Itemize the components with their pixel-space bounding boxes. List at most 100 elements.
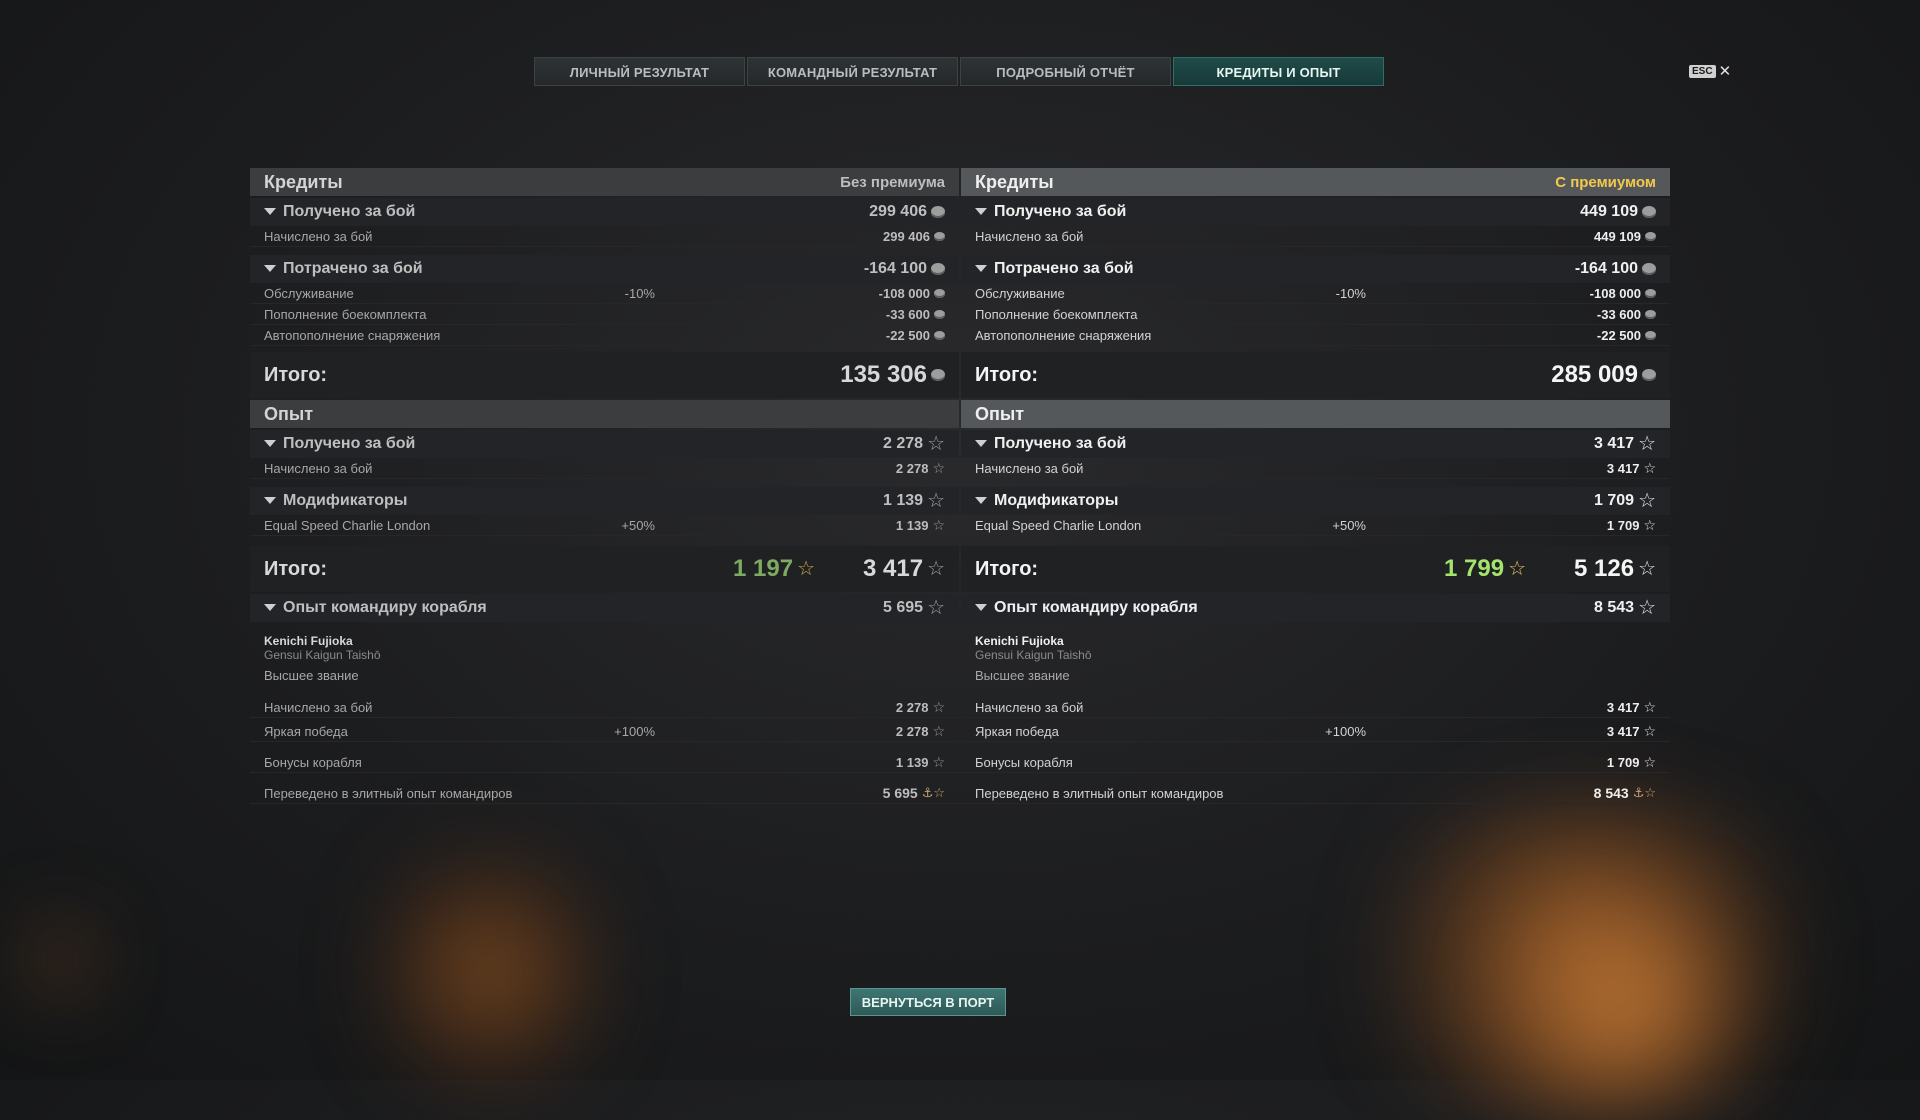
item-label: Автопополнение снаряжения xyxy=(264,327,441,343)
item-value: -108 000 xyxy=(878,285,930,301)
item-percent: -10% xyxy=(624,285,655,301)
total-label: Итого: xyxy=(975,557,1039,580)
item-label: Начислено за бой xyxy=(975,228,1084,244)
item-label: Начислено за бой xyxy=(975,460,1084,476)
xp-total-row: Итого: 1 799 ☆ 5 126 ☆ xyxy=(961,546,1670,592)
close-button[interactable]: ESC ✕ xyxy=(1689,62,1731,80)
item-value: -33 600 xyxy=(1596,306,1641,322)
credits-earned-row[interactable]: Получено за бой 449 109 xyxy=(961,198,1670,226)
list-item: Бонусы корабля 1 139 ☆ xyxy=(250,752,959,773)
credits-title: Кредиты xyxy=(975,171,1054,192)
tab-personal-result[interactable]: ЛИЧНЫЙ РЕЗУЛЬТАТ xyxy=(534,57,745,86)
list-item: Начислено за бой 2 278 ☆ xyxy=(250,697,959,718)
item-label: Начислено за бой xyxy=(264,699,373,715)
chevron-down-icon xyxy=(975,604,987,612)
item-label: Бонусы корабля xyxy=(975,754,1073,770)
list-item: Equal Speed Charlie London +50% 1 139 ☆ xyxy=(250,515,959,536)
modifiers-row[interactable]: Модификаторы 1 139 ☆ xyxy=(250,487,959,515)
credits-icon xyxy=(1645,309,1656,319)
credits-header: Кредиты С премиумом xyxy=(961,168,1670,196)
modifiers-label: Модификаторы xyxy=(994,492,1119,509)
modifiers-row[interactable]: Модификаторы 1 709 ☆ xyxy=(961,487,1670,515)
credits-icon xyxy=(1642,263,1656,275)
chevron-down-icon xyxy=(264,497,276,505)
xp-title: Опыт xyxy=(264,403,314,424)
item-label: Equal Speed Charlie London xyxy=(975,517,1142,533)
modifiers-label: Модификаторы xyxy=(283,492,408,509)
xp-header: Опыт xyxy=(250,400,959,428)
credits-icon xyxy=(931,206,945,218)
commander-name: Kenichi Fujioka xyxy=(264,634,353,648)
list-item: Начислено за бой 449 109 xyxy=(961,226,1670,247)
item-label: Яркая победа xyxy=(975,723,1059,739)
chevron-down-icon xyxy=(975,497,987,505)
item-value: -22 500 xyxy=(885,327,930,343)
commander-xp-value: 5 695 xyxy=(883,599,924,616)
credits-spent-label: Потрачено за бой xyxy=(994,260,1134,277)
xp-earned-label: Получено за бой xyxy=(994,435,1127,452)
item-value: 2 278 xyxy=(895,460,929,476)
tab-credits-and-xp[interactable]: КРЕДИТЫ И ОПЫТ xyxy=(1173,57,1384,86)
commander-xp-row[interactable]: Опыт командиру корабля 8 543 ☆ xyxy=(961,594,1670,622)
list-item: Яркая победа +100% 3 417 ☆ xyxy=(961,721,1670,742)
xp-star-icon: ☆ xyxy=(927,558,945,580)
smoke-background xyxy=(380,820,600,1120)
chevron-down-icon xyxy=(264,604,276,612)
total-label: Итого: xyxy=(264,557,328,580)
xp-star-icon: ☆ xyxy=(932,460,945,476)
credits-icon xyxy=(934,309,945,319)
total-label: Итого: xyxy=(264,363,328,386)
credits-header: Кредиты Без премиума xyxy=(250,168,959,196)
commander-info: Kenichi Fujioka Gensui Kaigun Taishō Выс… xyxy=(961,622,1670,687)
commander-xp-label: Опыт командиру корабля xyxy=(283,599,487,616)
credits-spent-row[interactable]: Потрачено за бой -164 100 xyxy=(961,255,1670,283)
commander-rank: Gensui Kaigun Taishō xyxy=(264,648,381,662)
xp-star-icon: ☆ xyxy=(1643,723,1656,739)
xp-total-row: Итого: 1 197 ☆ 3 417 ☆ xyxy=(250,546,959,592)
chevron-down-icon xyxy=(264,440,276,448)
xp-total-value: 5 126 xyxy=(1574,555,1635,582)
commander-xp-row[interactable]: Опыт командиру корабля 5 695 ☆ xyxy=(250,594,959,622)
xp-star-icon: ☆ xyxy=(1643,460,1656,476)
credits-total-value: 285 009 xyxy=(1551,361,1638,388)
list-item: Переведено в элитный опыт командиров 5 6… xyxy=(250,783,959,804)
tab-team-result[interactable]: КОМАНДНЫЙ РЕЗУЛЬТАТ xyxy=(747,57,958,86)
item-value: 1 709 xyxy=(1606,517,1640,533)
credits-spent-value: -164 100 xyxy=(1574,260,1638,277)
xp-earned-row[interactable]: Получено за бой 3 417 ☆ xyxy=(961,430,1670,458)
credits-spent-label: Потрачено за бой xyxy=(283,260,423,277)
modifiers-value: 1 709 xyxy=(1594,492,1635,509)
list-item: Переведено в элитный опыт командиров 8 5… xyxy=(961,783,1670,804)
xp-star-icon: ☆ xyxy=(1643,754,1656,770)
commander-info: Kenichi Fujioka Gensui Kaigun Taishō Выс… xyxy=(250,622,959,687)
list-item: Обслуживание -10% -108 000 xyxy=(961,283,1670,304)
free-xp-star-icon: ☆ xyxy=(797,558,815,580)
free-xp-star-icon: ☆ xyxy=(1508,558,1526,580)
item-value: 449 109 xyxy=(1594,228,1641,244)
credits-earned-row[interactable]: Получено за бой 299 406 xyxy=(250,198,959,226)
chevron-down-icon xyxy=(975,208,987,216)
smoke-background xyxy=(1330,800,1850,1120)
esc-key-icon: ESC xyxy=(1689,64,1716,78)
credits-earned-label: Получено за бой xyxy=(994,203,1127,220)
close-icon: ✕ xyxy=(1718,63,1732,80)
commander-rank: Gensui Kaigun Taishō xyxy=(975,648,1092,662)
return-to-port-button[interactable]: ВЕРНУТЬСЯ В ПОРТ xyxy=(850,988,1006,1016)
credits-icon xyxy=(931,263,945,275)
item-label: Автопополнение снаряжения xyxy=(975,327,1152,343)
xp-star-icon: ☆ xyxy=(932,754,945,770)
xp-star-icon: ☆ xyxy=(932,699,945,715)
tab-detailed-report[interactable]: ПОДРОБНЫЙ ОТЧЁТ xyxy=(960,57,1171,86)
credits-spent-row[interactable]: Потрачено за бой -164 100 xyxy=(250,255,959,283)
xp-total-value: 3 417 xyxy=(863,555,924,582)
xp-star-icon: ☆ xyxy=(932,723,945,739)
credits-earned-label: Получено за бой xyxy=(283,203,416,220)
xp-star-icon: ☆ xyxy=(932,517,945,533)
xp-star-icon: ☆ xyxy=(1643,699,1656,715)
credits-earned-value: 449 109 xyxy=(1580,203,1638,220)
item-value: 3 417 xyxy=(1606,699,1640,715)
xp-earned-row[interactable]: Получено за бой 2 278 ☆ xyxy=(250,430,959,458)
xp-star-icon: ☆ xyxy=(1638,433,1656,455)
xp-star-icon: ☆ xyxy=(927,597,945,619)
list-item: Пополнение боекомплекта -33 600 xyxy=(961,304,1670,325)
